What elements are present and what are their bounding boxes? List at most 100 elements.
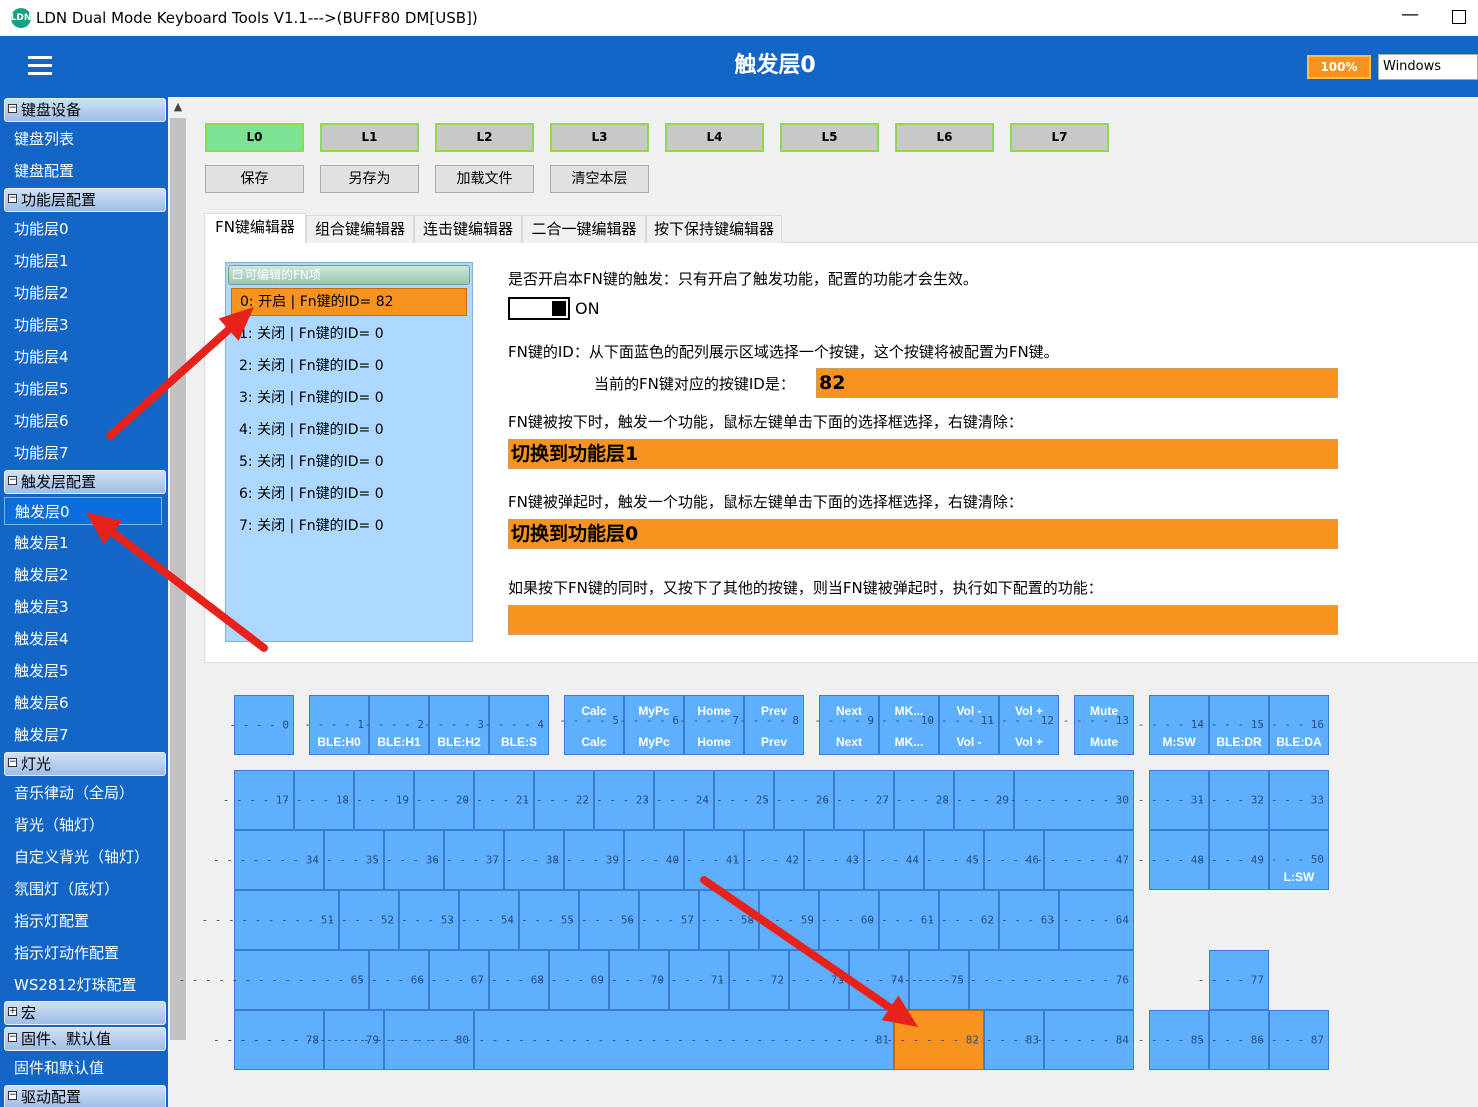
fn-list-header[interactable]: − 可编辑的FN项 xyxy=(228,265,470,285)
sidebar-group-macro[interactable]: + 宏 xyxy=(4,1001,166,1025)
sidebar-item-light-6[interactable]: WS2812灯珠配置 xyxy=(4,971,162,999)
sidebar-group-lighting[interactable]: − 灯光 xyxy=(4,752,166,776)
fn-list-item[interactable]: 6: 关闭 | Fn键的ID= 0 xyxy=(231,480,467,508)
save-as-button[interactable]: 另存为 xyxy=(320,165,419,193)
key-76[interactable]: - - - - - - - - - - - - - - - - - 76 xyxy=(891,950,1134,1010)
press-function-field[interactable]: 切换到功能层1 xyxy=(508,439,1338,469)
key-7[interactable]: Home - - - - 7 Home xyxy=(679,695,744,755)
sidebar-item-fn-layer-2[interactable]: 功能层2 xyxy=(4,279,162,307)
key-3[interactable]: - - - - 3 BLE:H2 xyxy=(424,695,489,755)
key-81[interactable]: - - - - - - - - - - - - - - - - - - - - … xyxy=(227,1010,894,1070)
sidebar-item-fn-layer-0[interactable]: 功能层0 xyxy=(4,215,162,243)
fn-list-item[interactable]: 4: 关闭 | Fn键的ID= 0 xyxy=(231,416,467,444)
collapse-icon: − xyxy=(8,757,17,767)
zoom-button[interactable]: 100% xyxy=(1307,55,1371,79)
enable-toggle[interactable] xyxy=(508,297,570,320)
key-8[interactable]: Prev - - - - 8 Prev xyxy=(739,695,804,755)
key-50[interactable]: - - - - 50 L:SW xyxy=(1258,830,1329,890)
fn-list-item[interactable]: 5: 关闭 | Fn键的ID= 0 xyxy=(231,448,467,476)
key-33[interactable]: - - - - 33 xyxy=(1258,770,1329,830)
sidebar-item-trigger-layer-6[interactable]: 触发层6 xyxy=(4,689,162,717)
layer-button-l7[interactable]: L7 xyxy=(1010,123,1109,152)
os-select[interactable]: Windows xyxy=(1378,54,1478,80)
layer-button-l5[interactable]: L5 xyxy=(780,123,879,152)
key-6[interactable]: MyPc - - - - 6 MyPc xyxy=(619,695,684,755)
tab-fn-editor[interactable]: FN键编辑器 xyxy=(204,213,306,243)
key-30[interactable]: - - - - - - - - - - - 30 xyxy=(970,770,1134,830)
sidebar-item-firmware-0[interactable]: 固件和默认值 xyxy=(4,1054,162,1082)
sidebar-item-fn-layer-6[interactable]: 功能层6 xyxy=(4,407,162,435)
fn-list-item[interactable]: 3: 关闭 | Fn键的ID= 0 xyxy=(231,384,467,412)
sidebar-item-light-3[interactable]: 氛围灯（底灯） xyxy=(4,875,162,903)
key-87[interactable]: - - - - 87 xyxy=(1258,1010,1329,1070)
key-4[interactable]: - - - - 4 BLE:S xyxy=(484,695,549,755)
layer-button-l0[interactable]: L0 xyxy=(205,123,304,152)
sidebar-item-fn-layer-7[interactable]: 功能层7 xyxy=(4,439,162,467)
key-2[interactable]: - - - - 2 BLE:H1 xyxy=(364,695,429,755)
sidebar-item-fn-layer-4[interactable]: 功能层4 xyxy=(4,343,162,371)
key-0[interactable]: - - - - 0 xyxy=(229,695,294,755)
load-file-button[interactable]: 加载文件 xyxy=(435,165,534,193)
sidebar-item-fn-layer-5[interactable]: 功能层5 xyxy=(4,375,162,403)
combo-function-field[interactable] xyxy=(508,605,1338,635)
sidebar-item-light-5[interactable]: 指示灯动作配置 xyxy=(4,939,162,967)
tab-repeat-editor[interactable]: 连击键编辑器 xyxy=(414,215,522,243)
key-id-label: - - - - - - - - - - - - - - - - - - - - … xyxy=(226,1033,889,1047)
key-64[interactable]: - - - - - 64 xyxy=(1050,890,1134,950)
tab-2in1-editor[interactable]: 二合一键编辑器 xyxy=(522,215,646,243)
sidebar-group-driver[interactable]: − 驱动配置 xyxy=(4,1085,166,1107)
key-82[interactable]: - - - - - - - 82 xyxy=(873,1010,984,1070)
sidebar-group-trigger-layers[interactable]: − 触发层配置 xyxy=(4,470,166,494)
sidebar-item-trigger-layer-2[interactable]: 触发层2 xyxy=(4,561,162,589)
fn-list-item[interactable]: 0: 开启 | Fn键的ID= 82 xyxy=(231,288,467,316)
key-77[interactable]: - - - - 77 xyxy=(1198,950,1269,1010)
current-id-field[interactable]: 82 xyxy=(816,368,1338,398)
layer-button-l6[interactable]: L6 xyxy=(895,123,994,152)
key-5[interactable]: Calc - - - - 5 Calc xyxy=(559,695,624,755)
release-function-field[interactable]: 切换到功能层0 xyxy=(508,519,1338,549)
sidebar-item-light-1[interactable]: 背光（轴灯） xyxy=(4,811,162,839)
sidebar-group-keyboard[interactable]: − 键盘设备 xyxy=(4,98,166,122)
key-1[interactable]: - - - - 1 BLE:H0 xyxy=(304,695,369,755)
minimize-icon[interactable]: — xyxy=(1398,4,1422,30)
sidebar-item-trigger-layer-3[interactable]: 触发层3 xyxy=(4,593,162,621)
tab-combo-editor[interactable]: 组合键编辑器 xyxy=(306,215,414,243)
sidebar-item-fn-layer-3[interactable]: 功能层3 xyxy=(4,311,162,339)
sidebar-item-light-4[interactable]: 指示灯配置 xyxy=(4,907,162,935)
sidebar-item-trigger-layer-1[interactable]: 触发层1 xyxy=(4,529,162,557)
save-button[interactable]: 保存 xyxy=(205,165,304,193)
layer-button-l1[interactable]: L1 xyxy=(320,123,419,152)
sidebar-item-trigger-layer-0[interactable]: 触发层0 xyxy=(4,497,162,525)
sidebar-item-keyboard-1[interactable]: 键盘配置 xyxy=(4,157,162,185)
fn-list-item[interactable]: 1: 关闭 | Fn键的ID= 0 xyxy=(231,320,467,348)
layer-button-l4[interactable]: L4 xyxy=(665,123,764,152)
sidebar-item-trigger-layer-7[interactable]: 触发层7 xyxy=(4,721,162,749)
key-51[interactable]: - - - - - - - - - 51 xyxy=(202,890,339,950)
sidebar-item-trigger-layer-4[interactable]: 触发层4 xyxy=(4,625,162,653)
clear-layer-button[interactable]: 清空本层 xyxy=(550,165,649,193)
key-47[interactable]: - - - - - - - 47 xyxy=(1023,830,1134,890)
key-12[interactable]: Vol + - - - - 12 Vol + xyxy=(988,695,1059,755)
sidebar-item-keyboard-0[interactable]: 键盘列表 xyxy=(4,125,162,153)
layer-button-l3[interactable]: L3 xyxy=(550,123,649,152)
scrollbar-thumb[interactable] xyxy=(170,118,186,1040)
maximize-icon[interactable] xyxy=(1452,10,1466,24)
fn-list-item[interactable]: 7: 关闭 | Fn键的ID= 0 xyxy=(231,512,467,540)
sidebar-item-fn-layer-1[interactable]: 功能层1 xyxy=(4,247,162,275)
sidebar-item-light-2[interactable]: 自定义背光（轴灯） xyxy=(4,843,162,871)
sidebar-group-fn-layers[interactable]: − 功能层配置 xyxy=(4,188,166,212)
key-id-label: - - - - 18 xyxy=(282,793,349,807)
key-13[interactable]: Mute - - - - 13 Mute xyxy=(1063,695,1134,755)
scroll-up-icon[interactable]: ▲ xyxy=(168,99,188,115)
sidebar-item-trigger-layer-5[interactable]: 触发层5 xyxy=(4,657,162,685)
sidebar-item-light-0[interactable]: 音乐律动（全局） xyxy=(4,779,162,807)
key-65[interactable]: - - - - - - - - - - - - - 65 xyxy=(179,950,369,1010)
key-16[interactable]: - - - - 16 BLE:DA xyxy=(1258,695,1329,755)
key-id-label: - - - - 61 xyxy=(867,913,934,927)
sidebar-group-firmware[interactable]: − 固件、默认值 xyxy=(4,1027,166,1051)
layer-button-l2[interactable]: L2 xyxy=(435,123,534,152)
tab-hold-editor[interactable]: 按下保持键编辑器 xyxy=(646,215,782,243)
fn-list-item[interactable]: 2: 关闭 | Fn键的ID= 0 xyxy=(231,352,467,380)
key-84[interactable]: - - - - - - - 84 xyxy=(1023,1010,1134,1070)
key-34[interactable]: - - - - - - - 34 xyxy=(213,830,324,890)
